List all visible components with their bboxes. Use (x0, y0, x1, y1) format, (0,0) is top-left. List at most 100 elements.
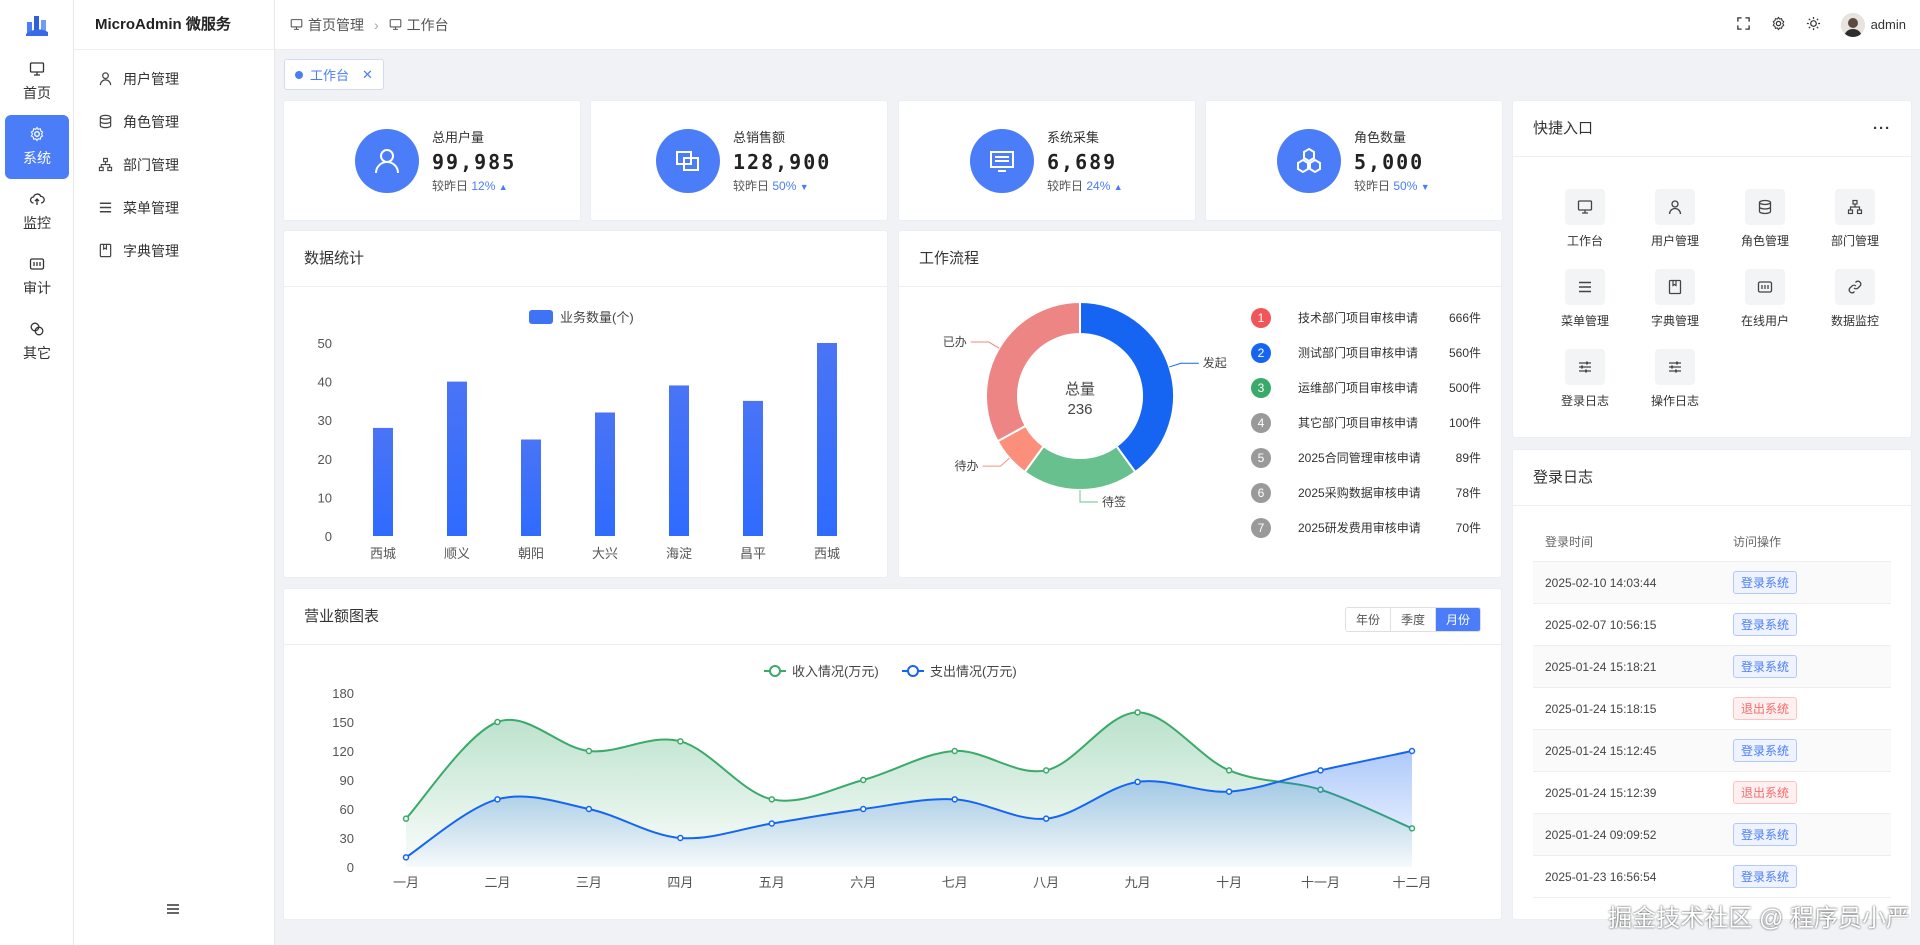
org-icon (1847, 199, 1863, 215)
bar-chart: 业务数量(个) 0 10 20 30 40 50 西城 顺义 朝阳 大兴 海淀 昌平 西城 (318, 310, 840, 561)
stat-value: 99,985 (432, 150, 517, 174)
stat-card-collection: 系统采集 6,689 较昨日 24% ▲ (898, 100, 1196, 221)
quick-item-users[interactable]: 用户管理 (1630, 189, 1720, 249)
quick-item-menus[interactable]: 菜单管理 (1540, 269, 1630, 329)
sidebar-item-users[interactable]: 用户管理 (74, 57, 274, 100)
breadcrumb-item[interactable]: 工作台 (389, 15, 449, 35)
more-button[interactable]: ··· (1873, 101, 1891, 156)
data-point (1225, 788, 1233, 795)
user-menu[interactable]: admin (1840, 12, 1906, 37)
legend-marker (907, 665, 919, 677)
rail-item-home[interactable]: 首页 (5, 50, 69, 114)
monitor-icon (290, 19, 303, 30)
data-point (768, 796, 776, 803)
breadcrumb-label: 工作台 (406, 16, 449, 33)
list-item[interactable]: 5 2025合同管理审核申请 89件 (1251, 440, 1481, 475)
legend-marker (769, 665, 781, 677)
quick-item-online-users[interactable]: 在线用户 (1720, 269, 1810, 329)
data-point (768, 820, 776, 827)
caret-down-icon: ▼ (1420, 182, 1430, 192)
bar (817, 343, 837, 536)
x-tick-label: 九月 (1125, 875, 1151, 890)
donut-chart: 发起待签 待办 已办总量 236 (943, 300, 1227, 509)
x-tick-label: 六月 (850, 875, 876, 890)
data-point (1317, 767, 1324, 774)
period-month-button[interactable]: 月份 (1435, 608, 1480, 631)
sidebar-item-departments[interactable]: 部门管理 (74, 143, 274, 186)
y-tick-label: 30 (318, 413, 332, 428)
slice-label: 已办 (943, 334, 967, 349)
period-quarter-button[interactable]: 季度 (1391, 608, 1436, 631)
y-tick-label: 0 (325, 529, 332, 544)
data-point (1134, 778, 1141, 786)
table-row: 2025-01-24 15:12:39 退出系统 (1533, 772, 1891, 814)
rail-item-other[interactable]: 其它 (5, 310, 69, 374)
card-title: 工作流程 (899, 231, 1501, 287)
fullscreen-icon (1736, 16, 1750, 30)
quick-item-data-monitor[interactable]: 数据监控 (1810, 269, 1900, 329)
quick-item-departments[interactable]: 部门管理 (1810, 189, 1900, 249)
period-year-button[interactable]: 年份 (1346, 608, 1391, 631)
list-item[interactable]: 2 测试部门项目审核申请 560件 (1251, 335, 1481, 370)
label-line (970, 341, 1000, 349)
link-icon (1848, 280, 1862, 294)
bar (595, 412, 615, 536)
rail-item-monitor[interactable]: 监控 (5, 180, 69, 244)
tab-workbench[interactable]: 工作台 ✕ (284, 59, 384, 90)
quick-item-operation-log[interactable]: 操作日志 (1630, 349, 1720, 409)
list-item[interactable]: 6 2025采购数据审核申请 78件 (1251, 475, 1481, 510)
data-point (860, 805, 867, 813)
card-title: 登录日志 (1513, 450, 1911, 506)
donut-slice (1023, 444, 1137, 491)
list-item[interactable]: 7 2025研发费用审核申请 70件 (1251, 510, 1481, 545)
sidebar-item-roles[interactable]: 角色管理 (74, 100, 274, 143)
action-tag: 登录系统 (1733, 571, 1798, 594)
bar (743, 400, 763, 536)
gear-icon (30, 126, 44, 142)
x-tick-label: 四月 (667, 875, 693, 890)
action-tag: 登录系统 (1733, 613, 1798, 636)
sidebar-item-dictionary[interactable]: 字典管理 (74, 229, 274, 272)
theme-toggle-button[interactable] (1806, 16, 1821, 34)
rail-item-audit[interactable]: 审计 (5, 245, 69, 309)
quick-item-roles[interactable]: 角色管理 (1720, 189, 1810, 249)
rail-item-label: 其它 (23, 345, 51, 361)
app-logo[interactable] (0, 0, 73, 50)
side-menu: MicroAdmin 微服务 用户管理 角色管理 部门管理 菜单管理 字典管理 (74, 0, 275, 945)
column-header: 访问操作 (1733, 535, 1782, 549)
column-header: 登录时间 (1545, 535, 1594, 549)
app-title: MicroAdmin 微服务 (74, 0, 274, 50)
list-item[interactable]: 4 其它部门项目审核申请 100件 (1251, 405, 1481, 440)
close-tab-button[interactable]: ✕ (362, 67, 373, 83)
y-tick-label: 120 (332, 744, 354, 759)
quick-item-workbench[interactable]: 工作台 (1540, 189, 1630, 249)
stat-card-users: 总用户量 99,985 较昨日 12% ▲ (283, 100, 581, 221)
stat-label: 系统采集 (1047, 130, 1100, 145)
chevron-right-icon: › (374, 16, 379, 33)
bar (447, 381, 467, 536)
data-point (860, 776, 867, 784)
stat-percent: 50% (1393, 179, 1418, 193)
x-tick-label: 二月 (484, 875, 510, 890)
quick-item-login-log[interactable]: 登录日志 (1540, 349, 1630, 409)
collapse-menu-button[interactable] (166, 902, 180, 919)
quick-item-dictionary[interactable]: 字典管理 (1630, 269, 1720, 329)
flow-badge: 7 (1251, 517, 1271, 538)
rail-item-system[interactable]: 系统 (5, 115, 69, 179)
login-log-card: 登录日志 登录时间 访问操作 2025-02-10 14:03:44 登录系统 20… (1512, 449, 1912, 920)
list-item[interactable]: 3 运维部门项目审核申请 500件 (1251, 370, 1481, 405)
log-time: 2025-01-24 09:09:52 (1545, 827, 1657, 842)
log-time: 2025-01-24 15:18:15 (1545, 701, 1657, 716)
settings-button[interactable] (1771, 15, 1786, 34)
sidebar-item-menus[interactable]: 菜单管理 (74, 186, 274, 229)
sliders-icon (1669, 361, 1681, 373)
monitor-icon (29, 62, 45, 76)
list-item[interactable]: 1 技术部门项目审核申请 666件 (1251, 300, 1481, 335)
data-point (1134, 709, 1141, 716)
y-tick-label: 30 (340, 831, 354, 846)
stat-label: 总销售额 (733, 130, 786, 145)
sidebar-item-label: 字典管理 (123, 242, 179, 259)
fullscreen-button[interactable] (1736, 16, 1751, 34)
legend-swatch (529, 310, 553, 324)
breadcrumb-item[interactable]: 首页管理 (290, 15, 364, 35)
